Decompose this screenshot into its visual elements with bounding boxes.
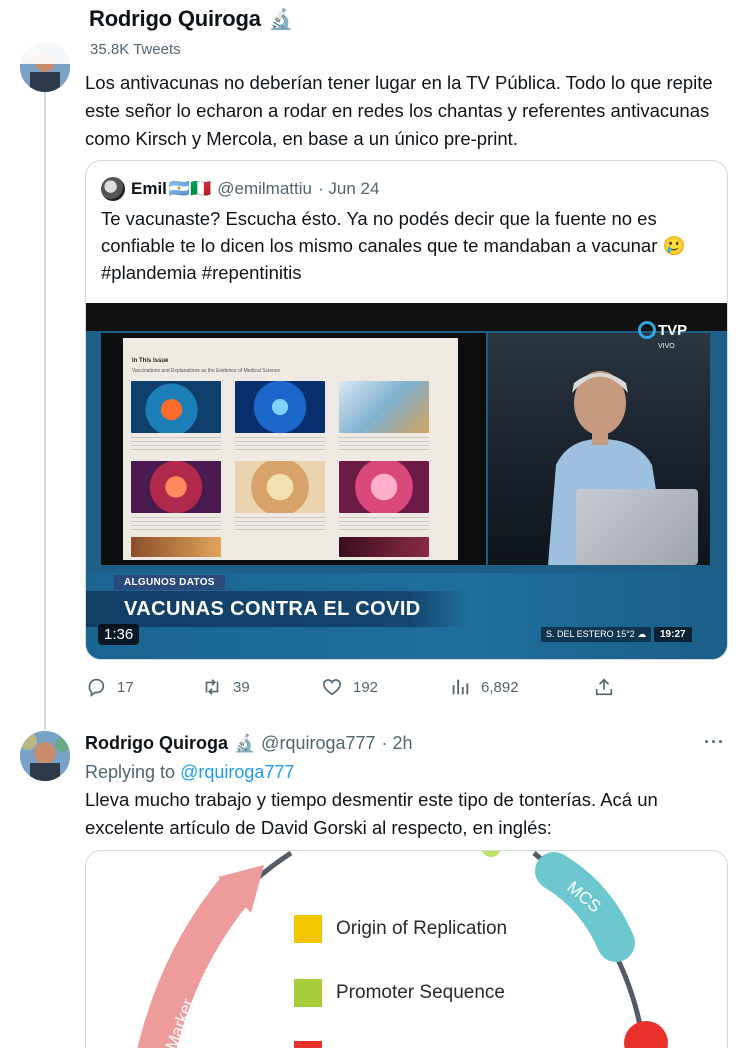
document-caption (131, 437, 221, 453)
like-button[interactable]: 192 (321, 676, 378, 698)
document-thumbnail (131, 461, 221, 513)
retweet-icon (205, 679, 219, 695)
avatar-image (20, 731, 70, 781)
reply-button[interactable]: 17 (85, 676, 134, 698)
channel-logo: TVP (638, 321, 687, 339)
profile-header: Rodrigo Quiroga 🔬 35.8K Tweets (0, 0, 752, 64)
broadcast-clock: 19:27 (654, 627, 692, 642)
document-caption (339, 517, 429, 533)
document-caption (235, 517, 325, 533)
channel-name: TVP (658, 321, 688, 339)
views-count: 6,892 (481, 678, 519, 696)
avatar[interactable] (20, 731, 70, 781)
location-weather: S. DEL ESTERO 15°2 ☁ (541, 627, 652, 642)
lower-third-headline: VACUNAS CONTRA EL COVID (86, 591, 468, 627)
like-count: 192 (353, 678, 379, 696)
headline-text: VACUNAS CONTRA EL COVID (124, 598, 421, 620)
retweet-count: 39 (233, 678, 250, 696)
legend-swatch (294, 979, 322, 1007)
views-button[interactable]: 6,892 (449, 676, 519, 698)
microscope-icon: 🔬 (268, 8, 294, 31)
document-thumbnail (131, 537, 221, 557)
reply-mention-link[interactable]: @rquiroga777 (180, 762, 294, 782)
tweet-image[interactable]: Marker MCS Origin of Replication Promote… (85, 850, 728, 1048)
document-thumbnail (339, 461, 429, 513)
header-name: Rodrigo Quiroga (89, 6, 261, 31)
document-page: In This Issue Vaccinations and Explanati… (123, 338, 458, 560)
document-panel: In This Issue Vaccinations and Explanati… (101, 333, 486, 565)
document-title: In This Issue (132, 358, 169, 364)
legend-item: Origin of Replication (294, 915, 507, 943)
live-label: VIVO (658, 343, 675, 350)
heart-icon (322, 679, 342, 696)
reply-icon (88, 678, 105, 697)
reply-count: 17 (117, 678, 134, 696)
document-thumbnail (235, 381, 325, 433)
document-subtitle: Vaccinations and Explanations as the Evi… (132, 368, 281, 374)
replying-to: Replying to @rquiroga777 (85, 762, 294, 783)
origin-marker (481, 851, 501, 857)
quote-avatar[interactable] (101, 177, 125, 201)
quote-header: Emil 🇦🇷🇮🇹 @emilmattiu · Jun 24 (101, 177, 379, 201)
plasmid-diagram: Marker MCS (137, 851, 668, 1048)
document-caption (235, 437, 325, 453)
tweet-count: 35.8K Tweets (90, 41, 181, 58)
video-player[interactable]: In This Issue Vaccinations and Explanati… (86, 303, 727, 659)
tweet-header: Rodrigo Quiroga 🔬 @rquiroga777 · 2h (85, 733, 413, 754)
promoter-marker (624, 1021, 668, 1048)
document-caption (131, 517, 221, 533)
share-button[interactable] (593, 676, 615, 698)
quote-name[interactable]: Emil (131, 179, 167, 199)
tweet-time[interactable]: · 2h (382, 733, 413, 754)
quoted-tweet[interactable]: Emil 🇦🇷🇮🇹 @emilmattiu · Jun 24 Te vacunas… (85, 160, 728, 660)
flags-icon: 🇦🇷🇮🇹 (168, 179, 212, 198)
video-duration: 1:36 (98, 624, 140, 645)
microscope-icon: 🔬 (234, 733, 256, 753)
replying-prefix: Replying to (85, 762, 176, 782)
tvp-logo-icon (638, 321, 656, 339)
legend-label: Promoter Sequence (336, 982, 505, 1003)
tweet-actions: 17 39 192 6,892 (85, 676, 625, 704)
author-name[interactable]: Rodrigo Quiroga (85, 733, 228, 754)
views-icon (452, 679, 469, 695)
more-options-button[interactable]: ··· (704, 732, 725, 753)
document-thumbnail (131, 381, 221, 433)
share-icon (595, 678, 613, 696)
header-title: Rodrigo Quiroga 🔬 (89, 6, 294, 32)
marker-arc (137, 876, 251, 1048)
quote-text: Te vacunaste? Escucha ésto. Ya no podés … (101, 208, 686, 283)
legend-swatch (294, 1041, 322, 1048)
legend-item: Promoter Sequence (294, 979, 505, 1007)
document-caption (339, 437, 429, 453)
tweet-text: Los antivacunas no deberían tener lugar … (85, 72, 713, 149)
quote-handle[interactable]: @emilmattiu (217, 179, 312, 199)
tweet-text: Lleva mucho trabajo y tiempo desmentir e… (85, 789, 658, 838)
document-thumbnail (339, 537, 429, 557)
document-thumbnail (339, 381, 429, 433)
video-top-bar (86, 303, 727, 331)
document-thumbnail (235, 461, 325, 513)
quote-date[interactable]: · Jun 24 (318, 179, 379, 199)
thread-line (44, 92, 46, 724)
studio-camera (488, 333, 710, 565)
legend-label: Origin of Replication (336, 918, 508, 939)
retweet-button[interactable]: 39 (201, 676, 250, 698)
lower-third-tag: ALGUNOS DATOS (114, 575, 225, 590)
thread-line (44, 718, 46, 730)
laptop (576, 489, 698, 565)
legend-swatch (294, 915, 322, 943)
author-handle[interactable]: @rquiroga777 (261, 733, 375, 754)
